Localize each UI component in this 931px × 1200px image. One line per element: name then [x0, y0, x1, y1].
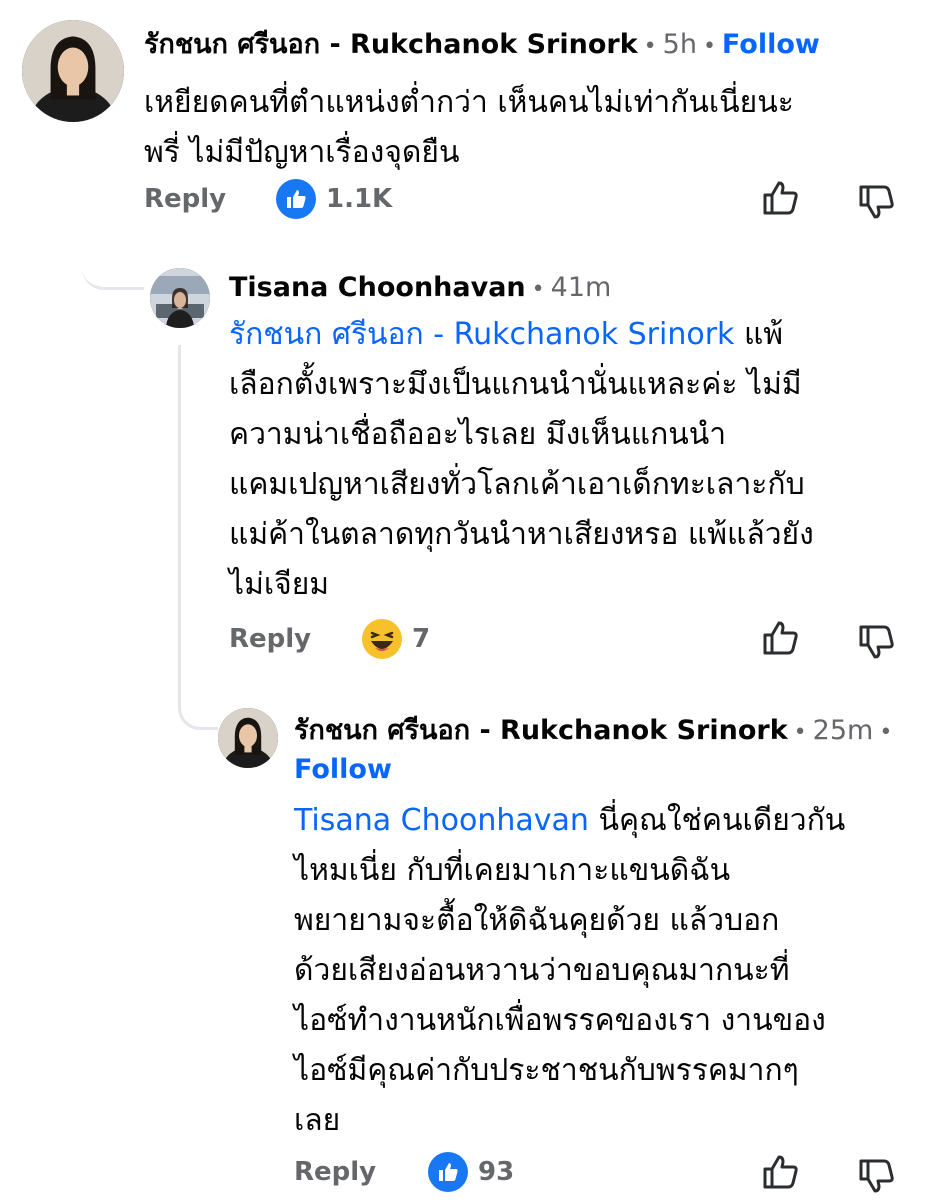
avatar-portrait-image — [22, 20, 124, 122]
avatar-rukchanok[interactable] — [218, 708, 278, 768]
text-line: ความน่าเชื่อถืออะไรเลย มึงเห็นแกนนำ — [229, 417, 727, 452]
text-fragment: นี่คุณใช่คนเดียวกัน — [588, 803, 846, 838]
thumbs-down-outline-icon[interactable] — [856, 1156, 896, 1196]
thread-connector-reply-0 — [82, 240, 144, 290]
comment-1-text: เหยียดคนที่ตำแหน่งต่ำกว่า เห็นคนไม่เท่าก… — [144, 78, 794, 178]
text-line: พยายามจะตื้อให้ดิฉันคุยด้วย แล้วบอก — [294, 903, 780, 938]
reaction-count: 93 — [478, 1157, 515, 1187]
thread-line-main — [178, 345, 181, 685]
comment-3-follow-line: Follow — [294, 753, 392, 787]
text-line: ไอซ์มีคุณค่ากับประชาชนกับพรรคมากๆ — [294, 1053, 799, 1088]
like-reaction-icon — [428, 1152, 468, 1192]
text-line: แม่ค้าในตลาดทุกวันนำหาเสียงหรอ แพ้แล้วยั… — [229, 517, 814, 552]
text-fragment: แพ้ — [734, 317, 784, 352]
follow-button[interactable]: Follow — [294, 754, 392, 785]
reaction-summary[interactable]: 1.1K — [276, 179, 392, 219]
mention-link[interactable]: Tisana Choonhavan — [294, 803, 589, 838]
separator-dot: • — [702, 34, 716, 59]
reaction-count: 1.1K — [326, 184, 393, 214]
avatar-portrait-image — [218, 708, 278, 768]
reaction-summary[interactable]: 7 — [362, 619, 430, 659]
text-line: เลย — [294, 1103, 341, 1138]
reply-button[interactable]: Reply — [294, 1157, 376, 1187]
text-line: ไหมเนี่ย กับที่เคยมาเกาะแขนดิฉัน — [294, 853, 731, 888]
separator-dot: • — [879, 720, 893, 745]
comment-2-text: รักชนก ศรีนอก - Rukchanok Srinork แพ้ เล… — [229, 310, 814, 610]
avatar-tisana[interactable] — [150, 268, 210, 328]
timestamp[interactable]: 41m — [551, 272, 612, 303]
thumbs-up-outline-icon[interactable] — [760, 1152, 800, 1192]
separator-dot: • — [643, 34, 657, 59]
comment-3-text: Tisana Choonhavan นี่คุณใช่คนเดียวกัน ไห… — [294, 796, 845, 1146]
avatar-office-photo — [150, 268, 210, 328]
reply-button[interactable]: Reply — [144, 184, 226, 214]
author-name[interactable]: รักชนก ศรีนอก - Rukchanok Srinork — [144, 29, 638, 60]
thumbs-down-outline-icon[interactable] — [856, 622, 896, 662]
comment-3-header: รักชนก ศรีนอก - Rukchanok Srinork • 25m • — [294, 714, 898, 750]
follow-button[interactable]: Follow — [722, 29, 820, 60]
haha-reaction-icon — [362, 619, 402, 659]
reaction-summary[interactable]: 93 — [428, 1152, 514, 1192]
reaction-count: 7 — [412, 624, 431, 654]
separator-dot: • — [531, 277, 545, 302]
reply-button[interactable]: Reply — [229, 624, 311, 654]
text-line: ไอซ์ทำงานหนักเพื่อพรรคของเรา งานของ — [294, 1003, 826, 1038]
text-line: เหยียดคนที่ตำแหน่งต่ำกว่า เห็นคนไม่เท่าก… — [144, 85, 794, 120]
text-line: พรี่ ไม่มีปัญหาเรื่องจุดยืน — [144, 135, 460, 170]
comment-2-header: Tisana Choonhavan • 41m — [229, 271, 611, 307]
text-line-first: รักชนก ศรีนอก - Rukchanok Srinork แพ้ — [229, 310, 814, 360]
timestamp[interactable]: 5h — [663, 29, 697, 60]
comment-1-header: รักชนก ศรีนอก - Rukchanok Srinork • 5h • Fol… — [144, 28, 820, 64]
text-line: แคมเปญหาเสียงทั่วโลกเค้าเอาเด็กทะเลาะกับ — [229, 467, 805, 502]
mention-link[interactable]: รักชนก ศรีนอก - Rukchanok Srinork — [229, 317, 734, 352]
text-line: ไม่เจียม — [229, 567, 330, 602]
thumbs-down-outline-icon[interactable] — [856, 182, 896, 222]
thread-connector-reply-1 — [178, 685, 218, 730]
thumbs-up-outline-icon[interactable] — [760, 618, 800, 658]
avatar-rukchanok[interactable] — [22, 20, 124, 122]
author-name[interactable]: Tisana Choonhavan — [229, 272, 526, 303]
text-line: ด้วยเสียงอ่อนหวานว่าขอบคุณมากนะที่ — [294, 953, 790, 988]
timestamp[interactable]: 25m — [813, 715, 874, 746]
thumbs-up-outline-icon[interactable] — [760, 178, 800, 218]
text-line: เลือกตั้งเพราะมึงเป็นแกนนำนั่นแหละค่ะ ไม… — [229, 367, 802, 402]
author-name[interactable]: รักชนก ศรีนอก - Rukchanok Srinork — [294, 715, 788, 746]
like-reaction-icon — [276, 179, 316, 219]
separator-dot: • — [793, 720, 807, 745]
text-line-first: Tisana Choonhavan นี่คุณใช่คนเดียวกัน — [294, 796, 845, 846]
